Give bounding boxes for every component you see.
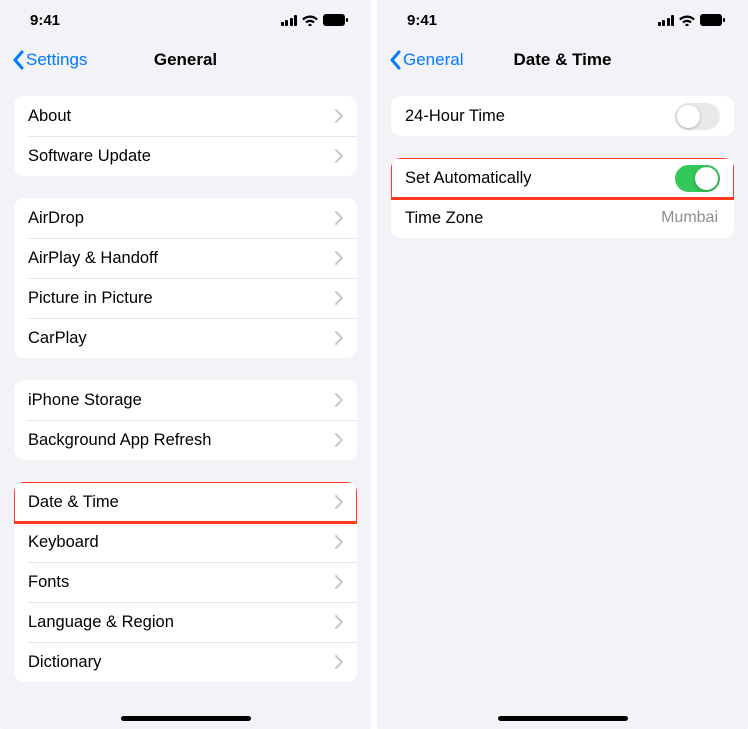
cellular-icon [658, 15, 675, 26]
nav-bar: General Date & Time [377, 40, 748, 80]
chevron-right-icon [335, 211, 343, 225]
row-label: Background App Refresh [28, 431, 335, 450]
chevron-left-icon [12, 50, 24, 70]
row-label: Time Zone [405, 209, 661, 228]
chevron-right-icon [335, 251, 343, 265]
row-label: Picture in Picture [28, 289, 335, 308]
row-iphone-storage[interactable]: iPhone Storage [14, 380, 357, 420]
row-pip[interactable]: Picture in Picture [14, 278, 357, 318]
group-airdrop: AirDrop AirPlay & Handoff Picture in Pic… [14, 198, 357, 358]
page-title: General [154, 50, 217, 70]
row-about[interactable]: About [14, 96, 357, 136]
group-auto-tz: Set Automatically Time Zone Mumbai [391, 158, 734, 238]
row-label: Software Update [28, 147, 335, 166]
status-bar: 9:41 [377, 0, 748, 40]
status-icons [281, 14, 350, 26]
group-about: About Software Update [14, 96, 357, 176]
chevron-right-icon [335, 655, 343, 669]
row-software-update[interactable]: Software Update [14, 136, 357, 176]
group-24h: 24-Hour Time [391, 96, 734, 136]
row-label: Dictionary [28, 653, 335, 672]
row-label: AirDrop [28, 209, 335, 228]
group-date-time: Date & Time Keyboard Fonts Language & Re… [14, 482, 357, 682]
row-label: About [28, 107, 335, 126]
cellular-icon [281, 15, 298, 26]
row-24-hour-time[interactable]: 24-Hour Time [391, 96, 734, 136]
chevron-right-icon [335, 109, 343, 123]
settings-list[interactable]: About Software Update AirDrop AirPlay & … [0, 80, 371, 729]
back-label: Settings [26, 50, 87, 70]
row-label: Set Automatically [405, 169, 675, 188]
row-keyboard[interactable]: Keyboard [14, 522, 357, 562]
home-indicator[interactable] [121, 716, 251, 721]
back-button[interactable]: General [389, 50, 463, 70]
row-dictionary[interactable]: Dictionary [14, 642, 357, 682]
chevron-right-icon [335, 149, 343, 163]
row-bg-refresh[interactable]: Background App Refresh [14, 420, 357, 460]
row-label: CarPlay [28, 329, 335, 348]
chevron-right-icon [335, 291, 343, 305]
back-label: General [403, 50, 463, 70]
row-airplay[interactable]: AirPlay & Handoff [14, 238, 357, 278]
row-label: Language & Region [28, 613, 335, 632]
group-storage: iPhone Storage Background App Refresh [14, 380, 357, 460]
chevron-right-icon [335, 495, 343, 509]
row-fonts[interactable]: Fonts [14, 562, 357, 602]
battery-icon [323, 14, 349, 26]
battery-icon [700, 14, 726, 26]
chevron-right-icon [335, 393, 343, 407]
chevron-right-icon [335, 575, 343, 589]
toggle-24-hour[interactable] [675, 103, 720, 130]
settings-list[interactable]: 24-Hour Time Set Automatically Time Zone… [377, 80, 748, 729]
row-airdrop[interactable]: AirDrop [14, 198, 357, 238]
row-set-automatically[interactable]: Set Automatically [391, 158, 734, 198]
row-value: Mumbai [661, 209, 718, 227]
toggle-set-automatically[interactable] [675, 165, 720, 192]
status-icons [658, 14, 727, 26]
wifi-icon [679, 14, 695, 26]
status-time: 9:41 [407, 12, 437, 29]
home-indicator[interactable] [498, 716, 628, 721]
status-bar: 9:41 [0, 0, 371, 40]
row-label: Keyboard [28, 533, 335, 552]
chevron-right-icon [335, 615, 343, 629]
row-label: 24-Hour Time [405, 107, 675, 126]
row-date-time[interactable]: Date & Time [14, 482, 357, 522]
chevron-right-icon [335, 535, 343, 549]
phone-date-time: 9:41 General Date & Time 24-Hour Time Se… [377, 0, 748, 729]
nav-bar: Settings General [0, 40, 371, 80]
row-time-zone[interactable]: Time Zone Mumbai [391, 198, 734, 238]
status-time: 9:41 [30, 12, 60, 29]
row-label: iPhone Storage [28, 391, 335, 410]
row-language-region[interactable]: Language & Region [14, 602, 357, 642]
chevron-right-icon [335, 433, 343, 447]
chevron-right-icon [335, 331, 343, 345]
row-carplay[interactable]: CarPlay [14, 318, 357, 358]
chevron-left-icon [389, 50, 401, 70]
row-label: Date & Time [28, 493, 335, 512]
row-label: AirPlay & Handoff [28, 249, 335, 268]
phone-general: 9:41 Settings General About Software Upd… [0, 0, 371, 729]
page-title: Date & Time [514, 50, 612, 70]
back-button[interactable]: Settings [12, 50, 87, 70]
row-label: Fonts [28, 573, 335, 592]
wifi-icon [302, 14, 318, 26]
